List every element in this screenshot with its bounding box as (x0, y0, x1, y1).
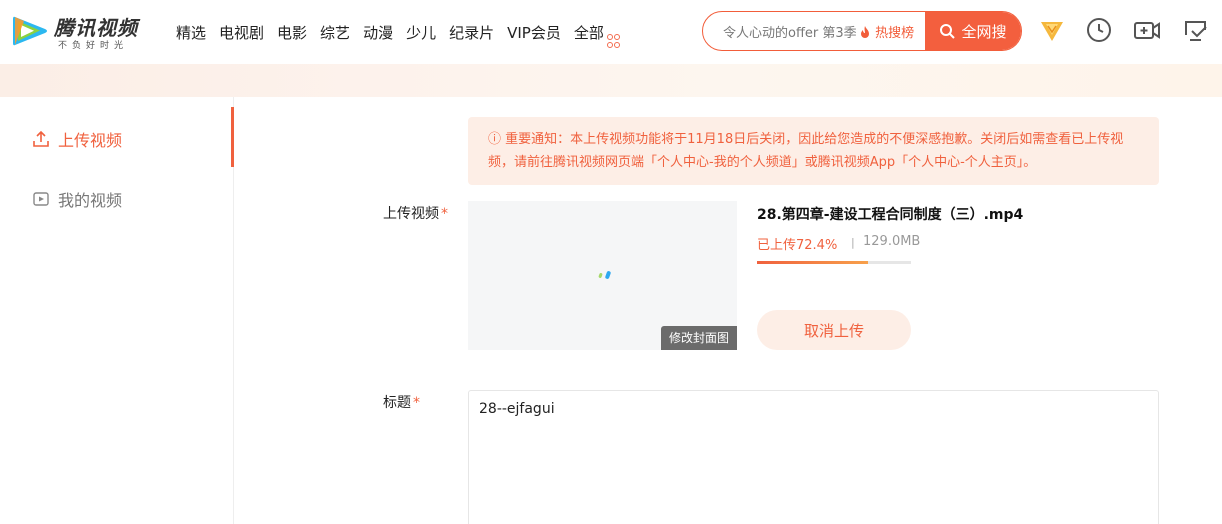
nav-item-all-label: 全部 (573, 24, 604, 42)
nav-item-anime[interactable]: 动漫 (363, 22, 393, 48)
nav-item-tv[interactable]: 电视剧 (219, 22, 264, 48)
title-field-label: 标题 * (383, 392, 420, 412)
sidebar-item-label: 我的视频 (58, 191, 123, 210)
history-icon[interactable] (1085, 16, 1113, 44)
search-icon (940, 24, 956, 39)
search-input[interactable]: 令人心动的offer 第3季 (723, 22, 857, 41)
search-button-label: 全网搜 (961, 22, 1007, 41)
sidebar-active-indicator (231, 107, 234, 167)
tencent-video-logo-icon (13, 16, 47, 46)
search-box: 令人心动的offer 第3季 热搜榜 全网搜 (702, 11, 1022, 51)
nav-item-all[interactable]: 全部 (574, 22, 621, 48)
title-input[interactable]: 28--ejfagui (468, 390, 1159, 524)
sidebar: 上传视频 我的视频 (0, 97, 234, 524)
upload-icon (33, 130, 49, 147)
video-preview: 修改封面图 (468, 201, 737, 350)
main-nav: 精选 电视剧 电影 综艺 动漫 少儿 纪录片 VIP会员 全部 (176, 22, 621, 48)
nav-item-movie[interactable]: 电影 (277, 22, 307, 48)
search-button[interactable]: 全网搜 (925, 12, 1021, 50)
hot-search-label: 热搜榜 (875, 26, 915, 41)
separator: | (851, 236, 855, 249)
nav-item-variety[interactable]: 综艺 (320, 22, 350, 48)
file-name: 28.第四章-建设工程合同制度（三）.mp4 (757, 207, 1024, 223)
sidebar-item-label: 上传视频 (58, 131, 123, 150)
logo[interactable]: 腾讯视频 不负好时光 (12, 12, 152, 52)
loading-spinner-icon (598, 271, 611, 279)
vip-icon[interactable] (1038, 16, 1066, 44)
my-video-icon (33, 192, 49, 206)
upload-progress-fill (757, 261, 869, 264)
upload-label-text: 上传视频 (383, 206, 439, 222)
title-label-text: 标题 (383, 395, 411, 411)
decorative-banner-strip (0, 64, 1222, 97)
upload-field-label: 上传视频 * (383, 203, 448, 223)
upload-video-icon[interactable] (1133, 16, 1161, 44)
flame-icon (861, 26, 869, 38)
cast-icon[interactable] (1182, 16, 1210, 44)
file-size: 129.0MB (863, 234, 921, 249)
required-mark: * (413, 395, 420, 411)
logo-slogan: 不负好时光 (58, 41, 129, 51)
important-notice: ⓘ 重要通知：本上传视频功能将于11月18日后关闭，因此给您造成的不便深感抱歉。… (468, 117, 1159, 185)
upload-progress-bar (757, 261, 911, 264)
sidebar-item-my-videos[interactable]: 我的视频 (32, 187, 122, 211)
edit-cover-button[interactable]: 修改封面图 (660, 326, 737, 350)
top-header: 腾讯视频 不负好时光 精选 电视剧 电影 综艺 动漫 少儿 纪录片 VIP会员 … (0, 0, 1222, 64)
hot-search-link[interactable]: 热搜榜 (859, 22, 914, 41)
cancel-upload-button[interactable]: 取消上传 (757, 310, 911, 350)
grid-dots-icon (606, 34, 621, 48)
nav-item-vip[interactable]: VIP会员 (507, 22, 561, 48)
nav-item-kids[interactable]: 少儿 (406, 22, 436, 48)
upload-progress-text: 已上传72.4% (757, 238, 838, 253)
nav-item-featured[interactable]: 精选 (176, 22, 206, 48)
nav-item-documentary[interactable]: 纪录片 (449, 22, 494, 48)
sidebar-item-upload[interactable]: 上传视频 (32, 127, 122, 151)
logo-name: 腾讯视频 (54, 16, 138, 40)
required-mark: * (441, 206, 448, 222)
